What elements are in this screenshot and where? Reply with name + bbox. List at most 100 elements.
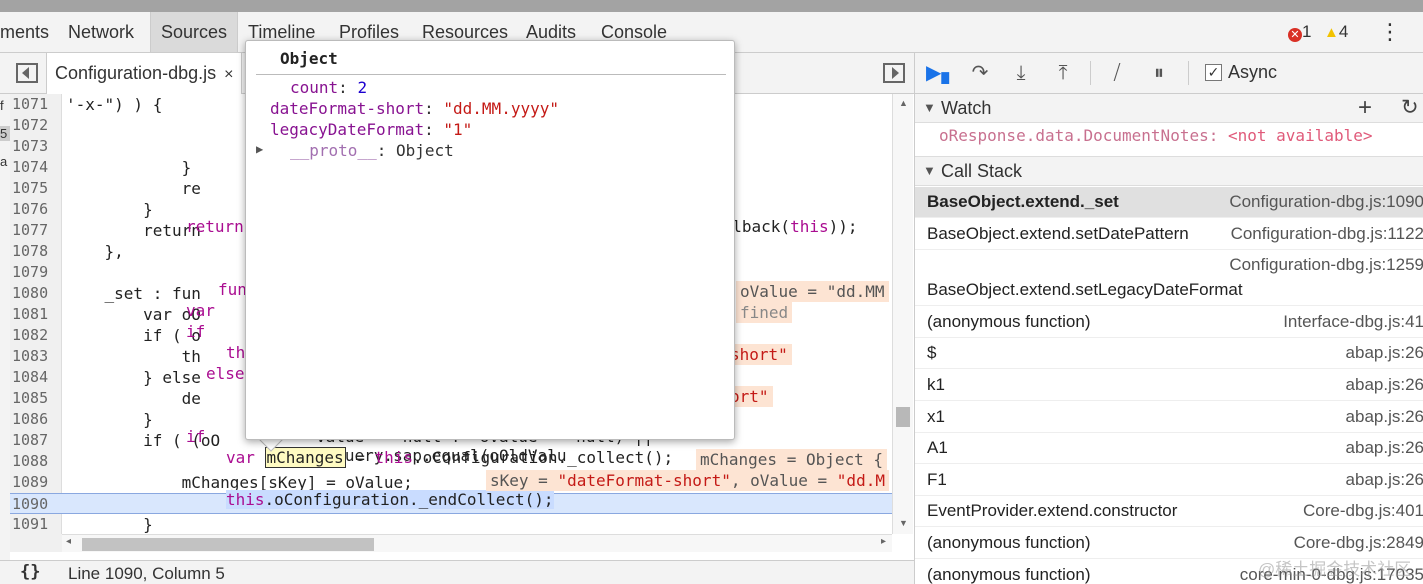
debugger-sidebar-toggle-icon[interactable] xyxy=(883,63,905,83)
line-number[interactable]: 1076 xyxy=(12,199,58,220)
line-number[interactable]: 1084 xyxy=(12,367,58,388)
call-frame[interactable]: k1 abap.js:26 xyxy=(915,370,1423,401)
scroll-left-icon[interactable]: ◂ xyxy=(66,536,71,547)
line-number[interactable]: 1079 xyxy=(12,262,58,283)
async-label: Async xyxy=(1228,62,1278,82)
inline-value: short" xyxy=(726,344,792,365)
line-number[interactable]: 1080 xyxy=(12,283,58,304)
call-frame[interactable]: (anonymous function) Interface-dbg.js:41 xyxy=(915,307,1423,338)
error-counter[interactable]: ✕ 1 xyxy=(1288,12,1311,52)
inline-value: fined xyxy=(736,302,793,323)
editor-vertical-scrollbar[interactable]: ▲ ▼ xyxy=(892,94,913,534)
call-frame[interactable]: x1 abap.js:26 xyxy=(915,402,1423,433)
toolbar-separator xyxy=(1188,61,1189,85)
popover-divider xyxy=(256,74,726,75)
deactivate-breakpoints-icon[interactable]: ⧸ xyxy=(1102,61,1132,85)
async-checkbox[interactable]: ✓ xyxy=(1205,64,1222,81)
call-frame-location[interactable]: abap.js:26 xyxy=(1346,470,1423,490)
line-number[interactable]: 1082 xyxy=(12,325,58,346)
call-frame[interactable]: A1 abap.js:26 xyxy=(915,433,1423,465)
pause-on-exceptions-icon[interactable]: ⏸ xyxy=(1146,61,1172,85)
navigator-toggle-icon[interactable] xyxy=(16,63,38,83)
inline-value: mChanges = Object { xyxy=(696,449,888,470)
code-text: return xyxy=(66,221,201,240)
code-text: if ( o xyxy=(66,326,201,345)
line-number[interactable]: 1072 xyxy=(12,115,58,136)
tab-sources[interactable]: Sources xyxy=(150,12,239,52)
pretty-print-button[interactable]: {} xyxy=(20,562,40,582)
navigator-fragment: a xyxy=(0,154,8,169)
line-number[interactable]: 1071 xyxy=(12,94,58,115)
call-frame-location[interactable]: abap.js:26 xyxy=(1346,438,1423,458)
line-number[interactable]: 1087 xyxy=(12,430,58,451)
step-out-icon[interactable]: ⤒ xyxy=(1052,61,1074,85)
call-frame-location[interactable]: abap.js:26 xyxy=(1346,343,1423,363)
toolbar-separator xyxy=(1090,61,1091,85)
line-number[interactable]: 1073 xyxy=(12,136,58,157)
code-text: th xyxy=(66,347,201,366)
line-number[interactable]: 1090 xyxy=(12,494,58,515)
call-frame-location[interactable]: Core-dbg.js:2849 xyxy=(1294,533,1423,553)
line-number[interactable]: 1074 xyxy=(12,157,58,178)
step-over-icon[interactable]: ↷ xyxy=(965,61,995,85)
call-frame[interactable]: BaseObject.extend._set Configuration-dbg.… xyxy=(915,187,1423,218)
scrollbar-thumb[interactable] xyxy=(896,407,910,427)
code-text: var oO xyxy=(66,305,201,324)
more-options-icon[interactable]: ⋮ xyxy=(1379,18,1401,46)
code-fragment: var xyxy=(186,301,215,320)
watch-expression[interactable]: oResponse.data.DocumentNotes: <not avail… xyxy=(939,126,1373,145)
call-frame-location[interactable]: abap.js:26 xyxy=(1346,407,1423,427)
editor-horizontal-scrollbar[interactable]: ◂ ▸ xyxy=(62,534,892,552)
line-number[interactable]: 1088 xyxy=(12,451,58,472)
expand-arrow-icon[interactable]: ▶ xyxy=(256,142,263,156)
call-frame-location[interactable]: Configuration-dbg.js:1259 xyxy=(1229,255,1423,275)
scroll-right-icon[interactable]: ▸ xyxy=(881,536,886,547)
call-frame-location[interactable]: Interface-dbg.js:41 xyxy=(1283,312,1423,332)
line-number[interactable]: 1077 xyxy=(12,220,58,241)
close-icon[interactable]: × xyxy=(224,66,233,83)
scroll-down-icon[interactable]: ▼ xyxy=(899,518,908,528)
line-number[interactable]: 1085 xyxy=(12,388,58,409)
editor-status-bar: {} Line 1090, Column 5 xyxy=(0,560,914,584)
call-stack-section-header[interactable]: ▼ Call Stack xyxy=(915,156,1423,186)
code-text: '-x-") ) { xyxy=(66,95,163,114)
hovered-identifier[interactable]: mChanges xyxy=(264,447,346,468)
line-number[interactable]: 1081 xyxy=(12,304,58,325)
line-number[interactable]: 1075 xyxy=(12,178,58,199)
scrollbar-thumb[interactable] xyxy=(82,538,374,551)
collapse-arrow-icon: ▼ xyxy=(923,100,936,115)
call-frame[interactable]: $ abap.js:26 xyxy=(915,338,1423,370)
file-tab[interactable]: Configuration-dbg.js × xyxy=(46,53,243,94)
code-fragment: return xyxy=(186,217,244,236)
code-text: re xyxy=(66,179,201,198)
line-number[interactable]: 1078 xyxy=(12,241,58,262)
call-frame[interactable]: EventProvider.extend.constructor Core-dbg… xyxy=(915,496,1423,528)
line-number[interactable]: 1086 xyxy=(12,409,58,430)
inline-value: sKey = "dateFormat-short", oValue = "dd.… xyxy=(486,470,889,491)
call-frame-function: BaseObject.extend.setDatePattern xyxy=(927,223,1189,243)
refresh-icon[interactable]: ↻ xyxy=(1401,95,1419,120)
line-number[interactable]: 1089 xyxy=(12,472,58,493)
step-into-icon[interactable]: ⤓ xyxy=(1010,61,1032,85)
code-line-1088: var mChanges = this.oConfiguration._coll… xyxy=(226,447,674,468)
call-frame-location[interactable]: abap.js:26 xyxy=(1346,375,1423,395)
watch-section-header[interactable]: ▼ Watch + ↻ xyxy=(915,94,1423,123)
add-watch-icon[interactable]: + xyxy=(1358,94,1372,122)
warning-counter[interactable]: ▲4 xyxy=(1324,12,1348,52)
code-line[interactable]: 1091 } xyxy=(10,514,892,534)
call-frame-location[interactable]: Configuration-dbg.js:1122 xyxy=(1231,224,1423,244)
resume-icon[interactable]: ▶▖ xyxy=(926,61,957,85)
code-text: } xyxy=(66,158,192,177)
tab-elements[interactable]: ments xyxy=(0,12,49,52)
scroll-up-icon[interactable]: ▲ xyxy=(899,98,908,108)
line-number[interactable]: 1091 xyxy=(12,514,58,534)
call-frame-location[interactable]: Core-dbg.js:401 xyxy=(1303,501,1423,521)
code-text: } xyxy=(66,515,153,534)
call-frame[interactable]: F1 abap.js:26 xyxy=(915,465,1423,496)
call-frame-location[interactable]: Configuration-dbg.js:1090 xyxy=(1229,192,1423,212)
tab-network[interactable]: Network xyxy=(68,12,134,52)
call-frame[interactable]: BaseObject.extend.setLegacyDateFormat Con… xyxy=(915,250,1423,307)
call-frame[interactable]: BaseObject.extend.setDatePattern Configur… xyxy=(915,219,1423,250)
object-proto[interactable]: __proto__: Object xyxy=(290,141,454,161)
line-number[interactable]: 1083 xyxy=(12,346,58,367)
